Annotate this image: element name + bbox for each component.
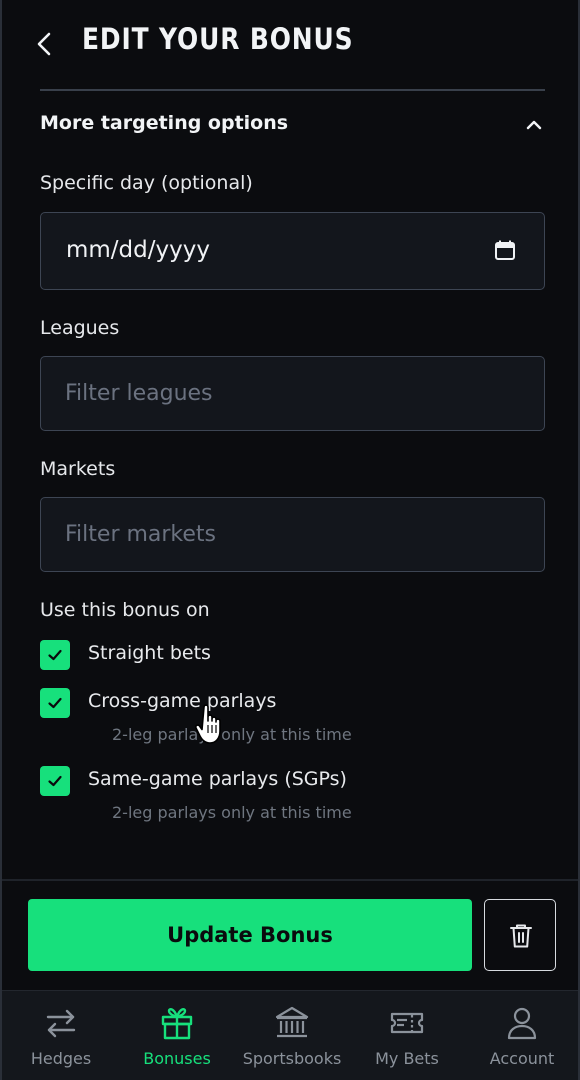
nav-account[interactable]: Account xyxy=(464,991,580,1080)
cross-game-parlays-note: 2-leg parlays only at this time xyxy=(112,725,352,744)
gift-icon xyxy=(161,1008,193,1040)
checkmark-icon xyxy=(48,775,62,787)
straight-bets-label: Straight bets xyxy=(88,642,211,664)
section-title: More targeting options xyxy=(40,112,289,134)
checkmark-icon xyxy=(48,649,62,661)
footer-divider xyxy=(2,879,578,881)
chevron-up-icon xyxy=(526,120,542,130)
header-divider xyxy=(40,89,545,91)
delete-bonus-button[interactable] xyxy=(484,899,556,971)
same-game-parlays-note: 2-leg parlays only at this time xyxy=(112,803,352,822)
specific-day-label: Specific day (optional) xyxy=(40,172,253,194)
nav-bonuses-label: Bonuses xyxy=(143,1049,211,1068)
leagues-field[interactable] xyxy=(40,356,545,431)
app-frame: EDIT YOUR BONUS More targeting options S… xyxy=(0,0,580,1080)
option-same-game-parlays[interactable]: Same-game parlays (SGPs) xyxy=(40,766,545,800)
date-value: mm/dd/yyyy xyxy=(66,237,210,263)
leagues-label: Leagues xyxy=(40,317,120,339)
top-header: EDIT YOUR BONUS xyxy=(2,0,578,91)
page-title: EDIT YOUR BONUS xyxy=(82,22,354,56)
chevron-left-icon xyxy=(37,32,51,56)
same-game-parlays-label: Same-game parlays (SGPs) xyxy=(88,768,347,790)
markets-field[interactable] xyxy=(40,497,545,572)
cross-game-parlays-checkbox[interactable] xyxy=(40,688,70,718)
nav-bonuses[interactable]: Bonuses xyxy=(119,991,235,1080)
bottom-nav: Hedges Bonuses Sportsbooks My Bets Accou… xyxy=(2,990,578,1080)
nav-sportsbooks[interactable]: Sportsbooks xyxy=(234,991,350,1080)
nav-my-bets-label: My Bets xyxy=(375,1049,439,1068)
checkmark-icon xyxy=(48,697,62,709)
straight-bets-checkbox[interactable] xyxy=(40,640,70,670)
swap-arrows-icon xyxy=(46,1009,76,1038)
leagues-filter-input[interactable] xyxy=(41,357,544,430)
nav-sportsbooks-label: Sportsbooks xyxy=(242,1049,342,1068)
option-cross-game-parlays[interactable]: Cross-game parlays xyxy=(40,688,545,722)
same-game-parlays-checkbox[interactable] xyxy=(40,766,70,796)
nav-hedges-label: Hedges xyxy=(30,1049,92,1068)
markets-label: Markets xyxy=(40,458,116,480)
use-bonus-on-label: Use this bonus on xyxy=(40,599,210,621)
nav-account-label: Account xyxy=(489,1049,555,1068)
bank-icon xyxy=(275,1006,309,1038)
user-icon xyxy=(507,1007,537,1040)
more-targeting-toggle[interactable]: More targeting options xyxy=(40,108,545,142)
update-bonus-button[interactable]: Update Bonus xyxy=(28,899,472,971)
option-straight-bets[interactable]: Straight bets xyxy=(40,640,545,674)
ticket-icon xyxy=(390,1012,424,1034)
markets-filter-input[interactable] xyxy=(41,498,544,571)
nav-hedges[interactable]: Hedges xyxy=(3,991,119,1080)
specific-day-input[interactable]: mm/dd/yyyy xyxy=(40,212,545,290)
back-button[interactable] xyxy=(30,26,60,62)
nav-my-bets[interactable]: My Bets xyxy=(349,991,465,1080)
trash-icon xyxy=(510,924,532,948)
cross-game-parlays-label: Cross-game parlays xyxy=(88,690,277,712)
calendar-icon[interactable] xyxy=(494,239,516,261)
